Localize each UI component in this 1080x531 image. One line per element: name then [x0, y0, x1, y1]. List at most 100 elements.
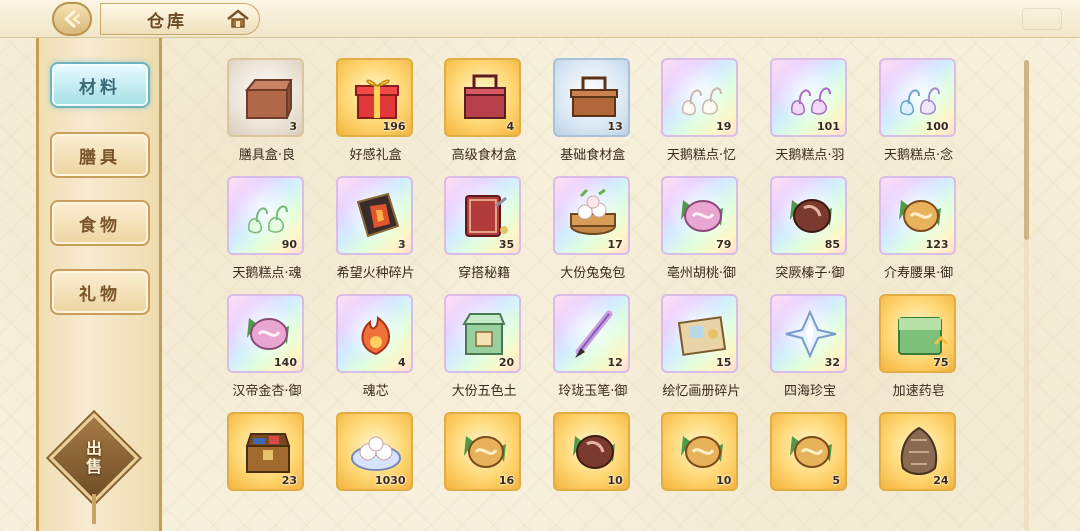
- item-count: 79: [716, 238, 732, 251]
- item-name: 好感礼盒: [349, 148, 402, 163]
- item-slot[interactable]: 75: [878, 294, 956, 373]
- item-cell[interactable]: 5: [761, 412, 861, 522]
- item-slot[interactable]: 5: [770, 412, 847, 491]
- item-slot[interactable]: 19: [661, 58, 739, 137]
- item-slot[interactable]: 4: [444, 58, 522, 137]
- item-name: 四海珍宝: [783, 384, 836, 399]
- tab-materials[interactable]: 材料: [50, 62, 150, 108]
- item-slot[interactable]: 20: [444, 294, 522, 373]
- item-cell[interactable]: 3 希望火种碎片: [327, 176, 427, 286]
- sell-label-line2: 售: [85, 457, 102, 476]
- item-slot[interactable]: 85: [770, 176, 847, 255]
- item-cell[interactable]: 140 汉帝金杏·御: [218, 294, 318, 404]
- item-slot[interactable]: 10: [661, 412, 739, 491]
- item-name: 绘忆画册碎片: [662, 384, 741, 399]
- gift-box-icon: [354, 79, 399, 119]
- swan-pastry-icon: [899, 87, 940, 116]
- sell-button-label: 出 售: [62, 438, 126, 478]
- jade-brush-icon: [574, 310, 613, 358]
- house-icon[interactable]: [226, 8, 250, 30]
- item-slot[interactable]: 4: [335, 294, 413, 373]
- item-count: 32: [824, 356, 840, 369]
- item-slot[interactable]: 123: [878, 176, 956, 255]
- item-count: 10: [716, 474, 732, 487]
- item-slot[interactable]: 15: [661, 294, 739, 373]
- item-count: 20: [498, 356, 515, 369]
- item-slot[interactable]: 17: [552, 176, 630, 255]
- item-cell[interactable]: 123 介寿腰果·御: [870, 176, 970, 286]
- item-slot[interactable]: 10: [552, 412, 630, 491]
- item-cell[interactable]: 15 绘忆画册碎片: [652, 294, 752, 404]
- item-name: 玲珑玉笔·御: [558, 384, 628, 399]
- treasure-chest-icon: [245, 433, 291, 473]
- walnut-icon: [681, 200, 724, 232]
- item-name: 魂芯: [362, 384, 389, 399]
- item-slot[interactable]: 23: [227, 412, 304, 491]
- item-cell[interactable]: 24: [870, 412, 970, 522]
- back-button[interactable]: [52, 2, 92, 36]
- swan-pastry-icon: [248, 205, 288, 234]
- item-cell[interactable]: 13 基础食材盒: [544, 58, 644, 168]
- item-slot[interactable]: 100: [878, 58, 956, 137]
- item-slot[interactable]: 13: [552, 58, 630, 137]
- item-slot[interactable]: 90: [227, 176, 304, 255]
- item-cell[interactable]: 17 大份兔兔包: [544, 176, 644, 286]
- item-cell[interactable]: 196 好感礼盒: [327, 58, 427, 168]
- item-count: 85: [824, 238, 840, 251]
- item-cell[interactable]: 10: [544, 412, 644, 522]
- item-count: 15: [716, 356, 732, 369]
- item-cell[interactable]: 100 天鹅糕点·念: [870, 58, 970, 168]
- item-cell[interactable]: 19 天鹅糕点·忆: [652, 58, 752, 168]
- item-slot[interactable]: 24: [878, 412, 956, 491]
- item-cell[interactable]: 3 膳具盒·良: [218, 58, 318, 168]
- item-slot[interactable]: 35: [444, 176, 522, 255]
- soap-icon: [897, 317, 948, 355]
- tab-gifts[interactable]: 礼物: [50, 269, 150, 315]
- bunny-dumpling-icon: [350, 436, 401, 471]
- item-cell[interactable]: 79 亳州胡桃·御: [652, 176, 752, 286]
- item-cell[interactable]: 75 加速药皂: [870, 294, 970, 404]
- item-count: 10: [607, 474, 623, 487]
- item-cell[interactable]: 20 大份五色土: [435, 294, 535, 404]
- item-name: 天鹅糕点·羽: [775, 148, 845, 163]
- item-count: 3: [289, 120, 297, 133]
- item-cell[interactable]: 4 高级食材盒: [435, 58, 535, 168]
- book-icon: [465, 195, 509, 237]
- tab-food[interactable]: 食物: [50, 200, 150, 246]
- item-cell[interactable]: 35 穿搭秘籍: [435, 176, 535, 286]
- item-cell[interactable]: 90 天鹅糕点·魂: [218, 176, 318, 286]
- item-count: 75: [933, 356, 949, 369]
- item-cell[interactable]: 4 魂芯: [327, 294, 427, 404]
- item-name: 介寿腰果·御: [884, 266, 954, 281]
- item-slot[interactable]: 79: [661, 176, 739, 255]
- item-name: 天鹅糕点·念: [884, 148, 954, 163]
- scrollbar[interactable]: [1024, 60, 1029, 531]
- basic-food-basket-icon: [569, 76, 618, 117]
- item-slot[interactable]: 12: [552, 294, 630, 373]
- item-cell[interactable]: 32 四海珍宝: [761, 294, 861, 404]
- tab-tableware[interactable]: 膳具: [50, 132, 150, 178]
- item-slot[interactable]: 140: [227, 294, 304, 373]
- scroll-thumb[interactable]: [1024, 60, 1029, 240]
- item-name: 大份兔兔包: [560, 266, 626, 281]
- item-slot[interactable]: 32: [770, 294, 847, 373]
- item-cell[interactable]: 1030: [327, 412, 427, 522]
- item-cell[interactable]: 10: [652, 412, 752, 522]
- item-slot[interactable]: 3: [227, 58, 304, 137]
- item-slot[interactable]: 196: [335, 58, 413, 137]
- item-cell[interactable]: 23: [218, 412, 318, 522]
- item-cell[interactable]: 101 天鹅糕点·羽: [761, 58, 861, 168]
- item-cell[interactable]: 12 玲珑玉笔·御: [544, 294, 644, 404]
- item-cell[interactable]: 16: [435, 412, 535, 522]
- swan-pastry-icon: [791, 87, 831, 116]
- item-slot[interactable]: 16: [444, 412, 522, 491]
- item-slot[interactable]: 1030: [335, 412, 413, 491]
- item-slot[interactable]: 101: [770, 58, 847, 137]
- item-count: 4: [506, 120, 515, 133]
- top-bar: 仓库: [0, 0, 1080, 38]
- item-slot[interactable]: 3: [335, 176, 413, 255]
- item-cell[interactable]: 85 突厥榛子·御: [761, 176, 861, 286]
- item-name: 大份五色土: [451, 384, 517, 399]
- item-name: 天鹅糕点·忆: [666, 148, 736, 163]
- item-count: 101: [817, 120, 840, 133]
